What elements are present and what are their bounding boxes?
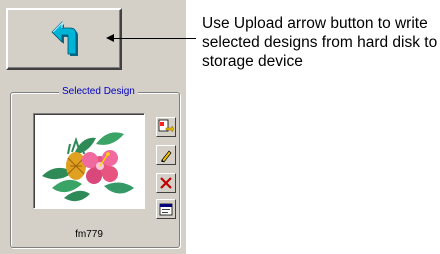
rename-design-button[interactable] <box>156 145 176 165</box>
upload-button[interactable] <box>6 8 122 70</box>
flower-design-image <box>42 132 134 202</box>
callout-line <box>112 38 196 39</box>
properties-icon <box>159 203 173 216</box>
delete-design-icon <box>160 177 172 189</box>
delete-design-button[interactable] <box>156 173 176 193</box>
design-thumbnail[interactable] <box>33 113 145 209</box>
callout-text: Use Upload arrow button to write selecte… <box>202 15 438 70</box>
properties-button[interactable] <box>156 199 176 219</box>
selected-design-group: Selected Design fm779 <box>10 85 180 248</box>
design-filename: fm779 <box>75 229 103 240</box>
rename-design-icon <box>161 150 172 163</box>
upload-arrow-icon <box>51 21 78 56</box>
export-design-button[interactable] <box>156 117 176 137</box>
export-design-icon <box>158 119 174 133</box>
group-title: Selected Design <box>59 85 138 99</box>
